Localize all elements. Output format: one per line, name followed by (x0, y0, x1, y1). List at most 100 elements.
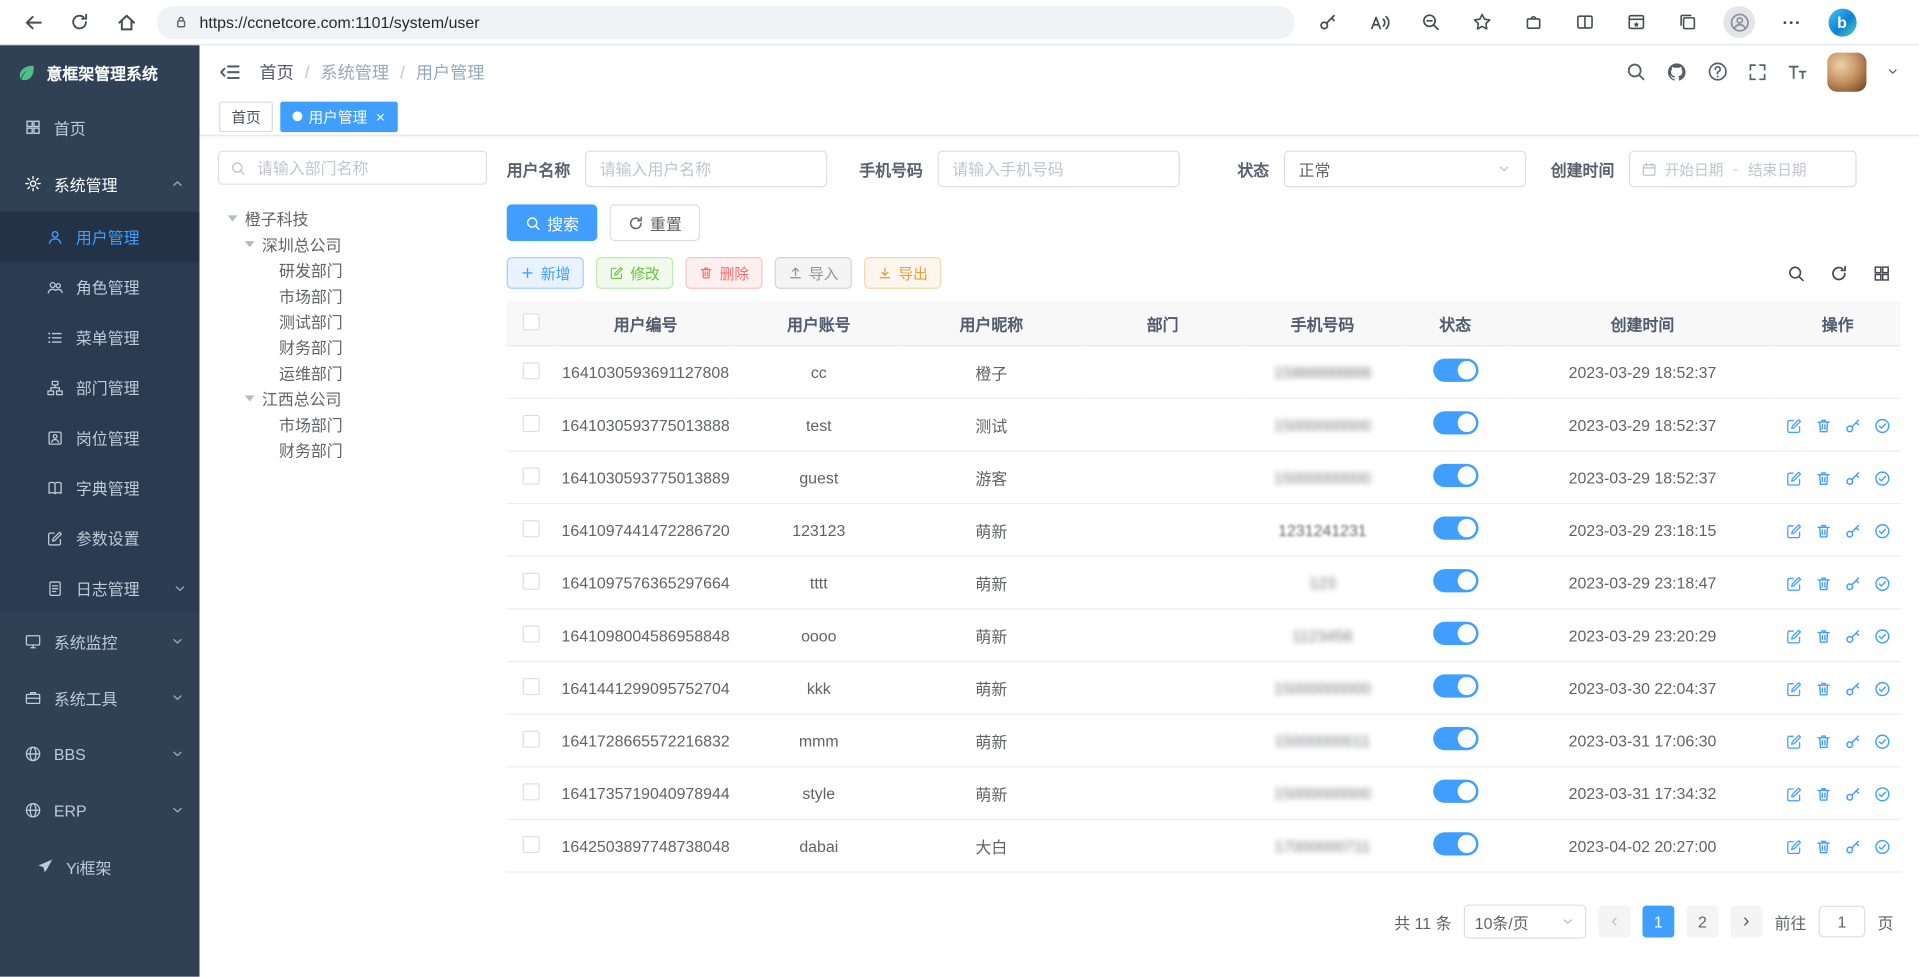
sidebar-item-user-management[interactable]: 用户管理 (0, 212, 199, 262)
column-settings-icon[interactable] (1873, 264, 1891, 282)
avatar-caret-icon[interactable] (1886, 65, 1899, 78)
split-screen-button[interactable] (1562, 4, 1609, 41)
sidebar-item-post-management[interactable]: 岗位管理 (0, 412, 199, 462)
user-avatar[interactable] (1827, 52, 1866, 91)
row-checkbox[interactable] (523, 467, 540, 484)
github-link[interactable] (1666, 61, 1688, 83)
tree-node-dept[interactable]: 财务部门 (218, 334, 487, 360)
prev-page-button[interactable] (1598, 906, 1630, 938)
password-manager-button[interactable] (1305, 4, 1352, 41)
delete-icon[interactable] (1814, 680, 1831, 697)
search-button[interactable]: 搜索 (507, 204, 598, 241)
department-search-input[interactable] (255, 157, 475, 178)
status-toggle[interactable] (1433, 674, 1478, 697)
tree-node-branch[interactable]: 江西总公司 (218, 386, 487, 412)
goto-page-input[interactable] (1819, 906, 1866, 938)
status-toggle[interactable] (1433, 569, 1478, 592)
date-range-picker[interactable]: 开始日期 - 结束日期 (1629, 151, 1857, 188)
tree-node-dept[interactable]: 市场部门 (218, 283, 487, 309)
row-checkbox[interactable] (523, 835, 540, 852)
sidebar-toggle[interactable] (219, 61, 241, 83)
delete-icon[interactable] (1814, 575, 1831, 592)
row-checkbox[interactable] (523, 362, 540, 379)
row-checkbox[interactable] (523, 783, 540, 800)
breadcrumb-system[interactable]: 系统管理 (321, 59, 390, 83)
sidebar-item-erp[interactable]: ERP (0, 782, 199, 838)
fullscreen-button[interactable] (1748, 62, 1768, 82)
assign-role-icon[interactable] (1873, 417, 1890, 434)
row-checkbox[interactable] (523, 572, 540, 589)
tab-home[interactable]: 首页 (219, 101, 273, 132)
status-toggle[interactable] (1433, 780, 1478, 803)
status-toggle[interactable] (1433, 359, 1478, 382)
browser-refresh-button[interactable] (56, 4, 103, 41)
favorites-bar-button[interactable] (1613, 4, 1660, 41)
edit-icon[interactable] (1785, 838, 1802, 855)
row-checkbox[interactable] (523, 520, 540, 537)
assign-role-icon[interactable] (1873, 575, 1890, 592)
edit-icon[interactable] (1785, 733, 1802, 750)
font-size-button[interactable] (1787, 61, 1808, 82)
reset-password-icon[interactable] (1844, 838, 1861, 855)
sidebar-item-system-management[interactable]: 系统管理 (0, 155, 199, 211)
edit-icon[interactable] (1785, 470, 1802, 487)
sidebar-item-bbs[interactable]: BBS (0, 726, 199, 782)
read-aloud-button[interactable] (1356, 4, 1403, 41)
address-bar[interactable]: https://ccnetcore.com:1101/system/user (157, 6, 1295, 39)
close-tab-icon[interactable]: × (376, 108, 385, 124)
delete-button[interactable]: 删除 (685, 257, 762, 289)
assign-role-icon[interactable] (1873, 680, 1890, 697)
edit-icon[interactable] (1785, 785, 1802, 802)
export-button[interactable]: 导出 (864, 257, 941, 289)
tree-node-branch[interactable]: 深圳总公司 (218, 231, 487, 257)
header-search-button[interactable] (1625, 61, 1646, 82)
reset-button[interactable]: 重置 (610, 204, 701, 241)
tree-node-dept[interactable]: 研发部门 (218, 257, 487, 283)
assign-role-icon[interactable] (1873, 838, 1890, 855)
row-checkbox[interactable] (523, 730, 540, 747)
sidebar-item-dict-management[interactable]: 字典管理 (0, 463, 199, 513)
delete-icon[interactable] (1814, 417, 1831, 434)
delete-icon[interactable] (1814, 785, 1831, 802)
tab-user-management[interactable]: 用户管理 × (280, 101, 397, 132)
browser-back-button[interactable] (10, 4, 57, 41)
edit-icon[interactable] (1785, 417, 1802, 434)
page-size-select[interactable]: 10条/页 (1464, 904, 1586, 938)
sidebar-item-role-management[interactable]: 角色管理 (0, 262, 199, 312)
add-favorite-button[interactable] (1459, 4, 1506, 41)
page-1-button[interactable]: 1 (1642, 906, 1674, 938)
tree-node-company[interactable]: 橙子科技 (218, 206, 487, 232)
status-toggle[interactable] (1433, 832, 1478, 855)
next-page-button[interactable] (1731, 906, 1763, 938)
sidebar-item-department-management[interactable]: 部门管理 (0, 362, 199, 412)
delete-icon[interactable] (1814, 470, 1831, 487)
assign-role-icon[interactable] (1873, 522, 1890, 539)
sidebar-item-log-management[interactable]: 日志管理 (0, 563, 199, 613)
phone-input[interactable] (938, 151, 1180, 188)
zoom-button[interactable] (1407, 4, 1454, 41)
edit-icon[interactable] (1785, 680, 1802, 697)
tree-node-dept[interactable]: 运维部门 (218, 360, 487, 386)
username-input[interactable] (585, 151, 827, 188)
reset-password-icon[interactable] (1844, 575, 1861, 592)
delete-icon[interactable] (1814, 838, 1831, 855)
reset-password-icon[interactable] (1844, 628, 1861, 645)
reset-password-icon[interactable] (1844, 522, 1861, 539)
edit-button[interactable]: 修改 (596, 257, 673, 289)
sidebar-item-home[interactable]: 首页 (0, 99, 199, 155)
delete-icon[interactable] (1814, 733, 1831, 750)
copilot-button[interactable]: b (1819, 4, 1866, 41)
status-toggle[interactable] (1433, 464, 1478, 487)
sidebar-item-system-monitoring[interactable]: 系统监控 (0, 613, 199, 669)
edit-icon[interactable] (1785, 628, 1802, 645)
edit-icon[interactable] (1785, 522, 1802, 539)
page-2-button[interactable]: 2 (1686, 906, 1718, 938)
extensions-button[interactable] (1510, 4, 1557, 41)
status-toggle[interactable] (1433, 516, 1478, 539)
reset-password-icon[interactable] (1844, 417, 1861, 434)
select-all-checkbox[interactable] (523, 313, 540, 330)
status-toggle[interactable] (1433, 411, 1478, 434)
reset-password-icon[interactable] (1844, 470, 1861, 487)
tree-node-dept[interactable]: 测试部门 (218, 308, 487, 334)
assign-role-icon[interactable] (1873, 628, 1890, 645)
